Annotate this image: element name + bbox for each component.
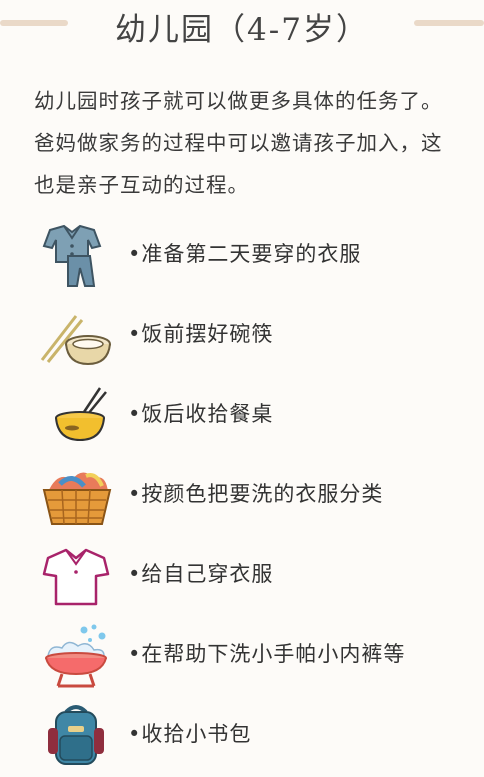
list-item: •给自己穿衣服 [0, 536, 484, 612]
item-label: •饭前摆好碗筷 [128, 322, 274, 346]
list-item: •准备第二天要穿的衣服 [0, 216, 484, 292]
intro-paragraph: 幼儿园时孩子就可以做更多具体的任务了。爸妈做家务的过程中可以邀请孩子加入，这也是… [34, 89, 443, 197]
backpack-icon [48, 705, 104, 765]
header-rule-right [414, 20, 484, 26]
page-title: 幼儿园（4-7岁） [115, 12, 369, 48]
item-label: •收拾小书包 [128, 722, 252, 746]
list-item: •按颜色把要洗的衣服分类 [0, 456, 484, 532]
list-item: •在帮助下洗小手帕小内裤等 [0, 616, 484, 692]
list-item: •饭前摆好碗筷 [0, 296, 484, 372]
shirt-icon [42, 548, 110, 606]
item-label: •在帮助下洗小手帕小内裤等 [128, 642, 406, 666]
item-label: •饭后收拾餐桌 [128, 402, 274, 426]
item-label: •按颜色把要洗的衣服分类 [128, 482, 384, 506]
list-item: •饭后收拾餐桌 [0, 376, 484, 452]
list-item: •收拾小书包 [0, 696, 484, 772]
rice-bowl-icon [55, 387, 107, 442]
clothes-icon [42, 224, 102, 287]
item-label: •准备第二天要穿的衣服 [128, 242, 362, 266]
item-label: •给自己穿衣服 [128, 562, 274, 586]
bowl-chopsticks-icon [40, 315, 111, 366]
header: 幼儿园（4-7岁） [0, 0, 484, 50]
wash-basin-icon [45, 624, 107, 688]
laundry-basket-icon [42, 472, 112, 525]
